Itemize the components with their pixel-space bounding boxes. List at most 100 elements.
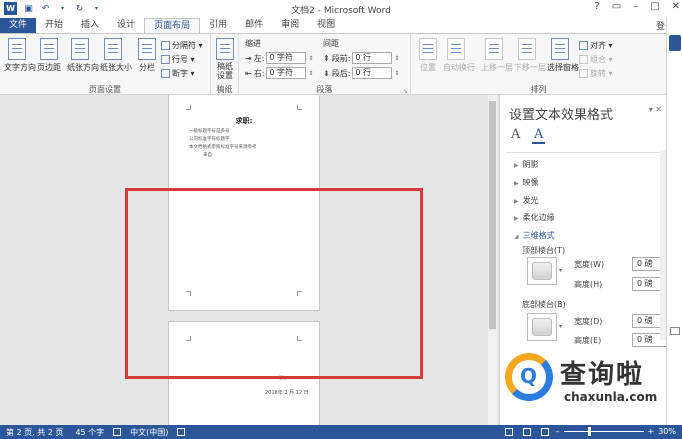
section-shadow[interactable]: ▶ 阴影 <box>514 159 539 170</box>
spacing-after-icon: ⇟ <box>323 68 330 78</box>
spacing-after-spinner[interactable]: ⇕ <box>394 70 399 77</box>
spacing-before-spinner[interactable]: ⇕ <box>394 55 399 62</box>
tab-home[interactable]: 开始 <box>36 18 72 33</box>
indent-right-spinner[interactable]: ⇕ <box>308 70 313 77</box>
bring-forward-button[interactable]: 上移一层 <box>481 38 513 73</box>
position-icon <box>419 38 437 60</box>
margins-button[interactable]: 页边距 <box>36 38 62 73</box>
rotate-button[interactable]: 旋转 ▾ <box>579 68 613 79</box>
document-scrollbar[interactable] <box>488 95 497 425</box>
expand-icon: ▶ <box>514 162 519 169</box>
proofing-icon[interactable] <box>113 428 122 436</box>
bottom-width-label: 宽度(D) <box>574 317 603 326</box>
tab-mailings[interactable]: 邮件 <box>236 18 272 33</box>
bottom-height-label: 高度(E) <box>574 336 602 345</box>
print-layout-icon[interactable] <box>522 427 531 436</box>
ribbon-display-button[interactable]: ▭ <box>612 1 621 12</box>
manuscript-icon <box>216 38 234 60</box>
title-bar: W ▣ ↶ ▾ ↻ ▾ 文档2 - Microsoft Word ? ▭ – □… <box>0 0 682 17</box>
indent-left-spinner[interactable]: ⇕ <box>308 55 313 62</box>
pane-options-icon[interactable]: ▾ ✕ <box>649 105 662 114</box>
window-controls: ? ▭ – □ ✕ <box>594 1 680 12</box>
tab-view[interactable]: 视图 <box>308 18 344 33</box>
zoom-in-button[interactable]: + <box>648 427 655 436</box>
undo-icon[interactable]: ↶ <box>40 3 51 14</box>
indent-title: 缩进 <box>245 39 261 48</box>
tab-references[interactable]: 引用 <box>200 18 236 33</box>
paper-size-button[interactable]: 纸张大小 <box>100 38 132 73</box>
tab-page-layout[interactable]: 页面布局 <box>144 18 201 33</box>
bevel-preview-icon <box>532 262 552 280</box>
redo-icon[interactable]: ↻ <box>74 3 85 14</box>
selection-pane-button[interactable]: 选择窗格 <box>547 38 579 73</box>
align-button[interactable]: 对齐 ▾ <box>579 40 613 51</box>
columns-button[interactable]: 分栏 <box>134 38 160 73</box>
ribbon-tabs: 文件 开始 插入 设计 页面布局 引用 邮件 审阅 视图 <box>0 17 682 33</box>
section-glow[interactable]: ▶ 发光 <box>514 195 539 206</box>
collapse-icon: ◢ <box>514 233 519 240</box>
folder-icon[interactable] <box>670 327 680 335</box>
tab-design[interactable]: 设计 <box>108 18 144 33</box>
indent-left-input[interactable]: 0 字符 <box>266 52 307 64</box>
zoom-slider-knob[interactable] <box>587 427 591 436</box>
site-watermark: Q 查询啦 chaxunla.com <box>502 350 680 422</box>
text-direction-icon <box>8 38 26 60</box>
customize-quick-access-icon[interactable]: ▾ <box>91 3 102 14</box>
text-direction-button[interactable]: 文字方向 <box>4 38 36 73</box>
page-count[interactable]: 第 2 页, 共 2 页 <box>6 427 63 438</box>
undo-dropdown-icon[interactable]: ▾ <box>57 3 68 14</box>
orientation-button[interactable]: 纸张方向 <box>67 38 99 73</box>
spacing-before-input[interactable]: 0 行 <box>352 52 393 64</box>
position-button[interactable]: 位置 <box>415 38 441 73</box>
page-text-line: 本文档格式参照标准字号来源参考 <box>189 145 257 150</box>
zoom-out-button[interactable]: – <box>556 427 560 436</box>
section-reflection[interactable]: ▶ 映像 <box>514 177 539 188</box>
tab-review[interactable]: 审阅 <box>272 18 308 33</box>
tab-file[interactable]: 文件 <box>0 18 37 33</box>
bottom-bevel-picker[interactable] <box>527 313 557 341</box>
page-text-line: 公司标准字符标题字 <box>189 137 230 142</box>
scrollbar-thumb[interactable] <box>489 101 496 329</box>
save-icon[interactable]: ▣ <box>23 3 34 14</box>
group-button[interactable]: 组合 ▾ <box>579 54 613 65</box>
text-fill-outline-tab[interactable]: A <box>511 127 520 142</box>
spacing-title: 间距 <box>323 39 339 48</box>
maximize-button[interactable]: □ <box>650 1 659 12</box>
page-setup-group: 文字方向 页边距 纸张方向 纸张大小 分栏 分隔符 ▾ 行号 ▾ 断字 ▾ 页面… <box>0 34 211 96</box>
paragraph-dialog-launcher-icon[interactable]: ↘ <box>403 88 408 95</box>
manuscript-settings-button[interactable]: 稿纸 设置 <box>212 38 238 80</box>
help-button[interactable]: ? <box>594 1 599 12</box>
wrap-text-button[interactable]: 自动换行 <box>443 38 475 73</box>
align-icon <box>579 41 588 50</box>
word-app-icon[interactable]: W <box>4 2 17 15</box>
line-numbers-button[interactable]: 行号 ▾ <box>161 54 195 65</box>
page-setup-label: 页面设置 <box>89 85 121 94</box>
indent-right-icon: ⇤ <box>245 68 252 78</box>
language-indicator[interactable]: 中文(中国) <box>130 427 168 438</box>
word-count[interactable]: 45 个字 <box>75 427 104 438</box>
send-backward-button[interactable]: 下移一层 <box>514 38 546 73</box>
indent-right-input[interactable]: 0 字符 <box>266 67 307 79</box>
bottom-bevel-dropdown-icon[interactable]: ▾ <box>559 323 562 330</box>
breaks-icon <box>161 41 170 50</box>
close-button[interactable]: ✕ <box>672 1 680 12</box>
section-soft-edges[interactable]: ▶ 柔化边缘 <box>514 212 555 223</box>
read-mode-icon[interactable] <box>504 427 513 436</box>
top-bevel-picker[interactable] <box>527 257 557 285</box>
tab-insert[interactable]: 插入 <box>72 18 108 33</box>
web-layout-icon[interactable] <box>540 427 549 436</box>
document-title: 文档2 - Microsoft Word <box>291 6 391 16</box>
zoom-level[interactable]: 30% <box>658 427 676 436</box>
spacing-after-input[interactable]: 0 行 <box>352 67 393 79</box>
macro-icon[interactable] <box>177 428 186 436</box>
side-app-icon[interactable] <box>669 35 681 51</box>
zoom-slider[interactable] <box>563 427 644 436</box>
minimize-button[interactable]: – <box>633 1 638 12</box>
breaks-button[interactable]: 分隔符 ▾ <box>161 40 203 51</box>
highlight-box <box>125 188 423 379</box>
text-effects-tab[interactable]: A <box>532 127 546 144</box>
section-3d-format[interactable]: ◢ 三维格式 <box>514 230 555 241</box>
top-bevel-dropdown-icon[interactable]: ▾ <box>559 267 562 274</box>
hyphenation-button[interactable]: 断字 ▾ <box>161 68 195 79</box>
rotate-icon <box>579 69 588 78</box>
